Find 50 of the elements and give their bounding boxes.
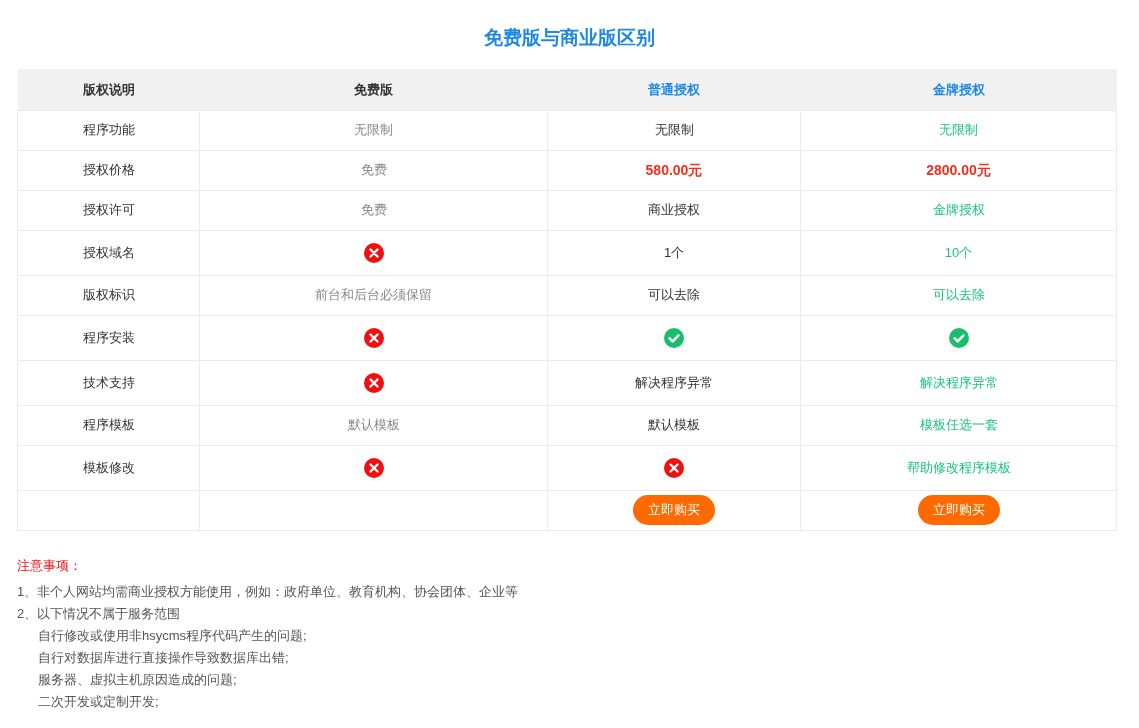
column-header: 免费版	[354, 81, 393, 97]
note-line: 自行修改或使用非hsycms程序代码产生的问题;	[38, 626, 307, 645]
cell-text: 模板任选一套	[919, 417, 998, 433]
cell-text: 无限制	[654, 122, 694, 138]
notes-heading: 注意事项：	[17, 556, 82, 575]
cross-icon	[363, 327, 384, 348]
cell-text: 可以去除	[932, 287, 985, 303]
cell-text: 1个	[663, 244, 685, 260]
buy-now-button[interactable]: 立即购买	[633, 495, 715, 525]
cell-text: 解决程序异常	[635, 374, 713, 390]
cell-text: 解决程序异常	[919, 374, 998, 390]
cell-text: 无限制	[354, 122, 393, 138]
cell-text: 默认模板	[648, 417, 700, 433]
cell-text: 默认模板	[347, 417, 400, 433]
column-header: 普通授权	[648, 81, 700, 97]
cross-icon	[363, 242, 384, 263]
cell-text: 无限制	[939, 122, 978, 138]
row-label: 授权价格	[82, 162, 135, 178]
note-line: 2、以下情况不属于服务范围	[17, 604, 181, 623]
column-header: 金牌授权	[932, 81, 985, 97]
row-label: 程序功能	[82, 122, 135, 138]
cross-icon	[664, 457, 684, 478]
note-line: 二次开发或定制开发;	[38, 692, 159, 711]
cell-text: 免费	[360, 162, 387, 178]
cell-text: 免费	[360, 202, 387, 218]
row-label: 授权域名	[82, 244, 135, 260]
row-label: 程序模板	[82, 417, 135, 433]
cell-text: 前台和后台必须保留	[315, 287, 432, 303]
cell-text: 10个	[944, 244, 973, 260]
cell-text: 可以去除	[648, 287, 700, 303]
price: 580.00元	[645, 161, 703, 178]
cross-icon	[363, 457, 384, 478]
row-label: 授权许可	[82, 202, 135, 218]
cell-text: 金牌授权	[932, 202, 985, 218]
page-title: 免费版与商业版区别	[484, 26, 655, 50]
cell-text: 帮助修改程序模板	[906, 459, 1011, 475]
note-line: 服务器、虚拟主机原因造成的问题;	[38, 670, 237, 689]
row-label: 技术支持	[82, 374, 135, 390]
row-label: 模板修改	[82, 459, 135, 475]
row-label: 版权标识	[82, 287, 135, 303]
cross-icon	[363, 372, 384, 393]
column-header: 版权说明	[82, 81, 135, 97]
check-icon	[948, 327, 969, 348]
cell-text: 商业授权	[648, 202, 700, 218]
row-label: 程序安装	[82, 329, 135, 345]
price: 2800.00元	[926, 161, 991, 178]
note-line: 自行对数据库进行直接操作导致数据库出错;	[38, 648, 289, 667]
check-icon	[664, 327, 684, 348]
note-line: 1、非个人网站均需商业授权方能使用，例如：政府单位、教育机构、协会团体、企业等	[17, 582, 519, 601]
buy-now-button[interactable]: 立即购买	[917, 495, 1000, 525]
